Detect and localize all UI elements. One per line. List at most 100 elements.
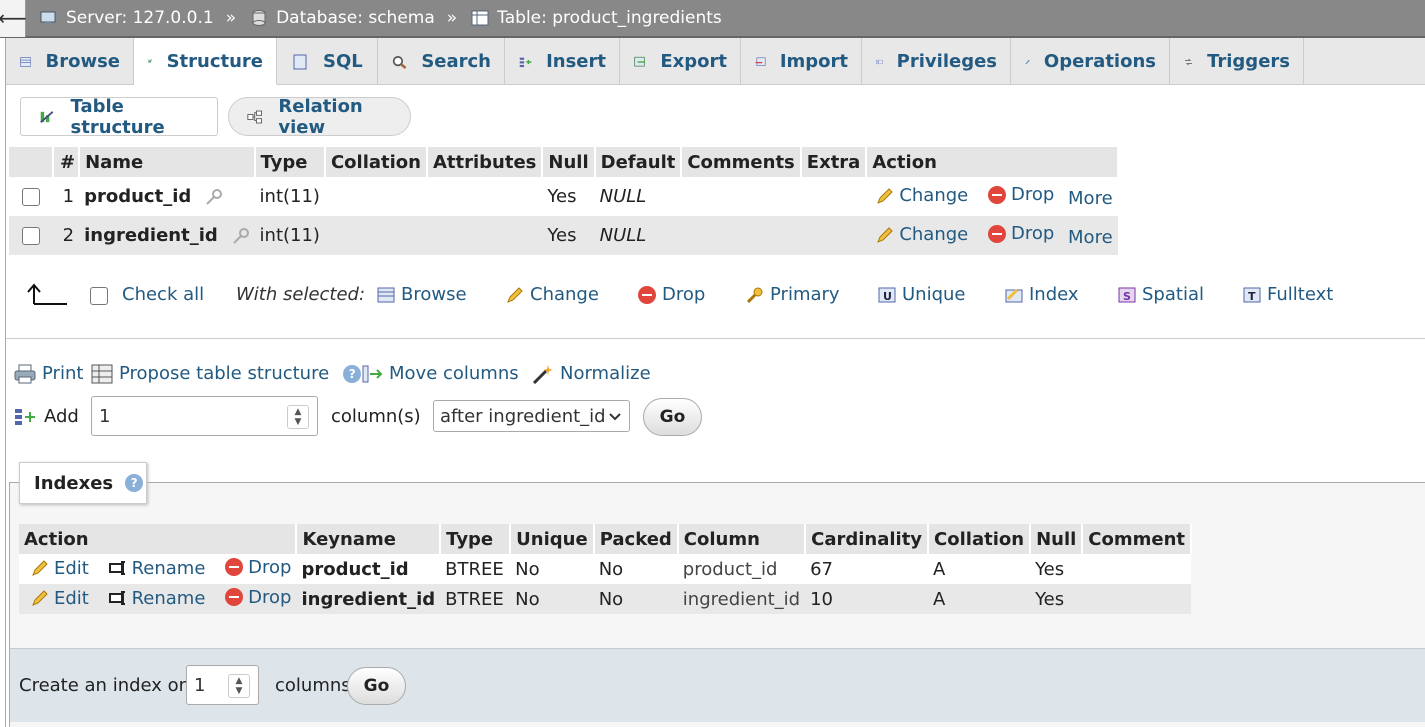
row-checkbox[interactable]	[22, 227, 40, 245]
breadcrumb-database[interactable]: Database: schema	[250, 8, 435, 28]
add-columns-count-input[interactable]: 1 ▲ ▼	[91, 396, 318, 436]
move-columns-link[interactable]: Move columns	[361, 363, 519, 384]
check-all-label[interactable]: Check all	[122, 284, 204, 305]
edit-button[interactable]: Edit	[31, 588, 89, 609]
column-position-value[interactable]: after ingredient_id	[440, 406, 606, 427]
check-all-checkbox[interactable]	[90, 287, 108, 305]
bulk-spatial-button[interactable]: S Spatial	[1118, 284, 1204, 305]
drop-button[interactable]: Drop	[225, 587, 291, 608]
bulk-browse-button[interactable]: Browse	[377, 284, 467, 305]
help-icon[interactable]: ?	[125, 474, 144, 492]
tab-sql[interactable]: SQL	[277, 38, 378, 85]
add-columns-count-value[interactable]: 1	[99, 406, 110, 427]
tab-import-label[interactable]: Import	[780, 51, 848, 72]
tab-structure-label[interactable]: Structure	[167, 51, 263, 72]
breadcrumb-table-label[interactable]: Table: product_ingredients	[497, 8, 722, 28]
breadcrumb-table[interactable]: Table: product_ingredients	[471, 8, 722, 28]
bulk-drop-label[interactable]: Drop	[662, 284, 705, 305]
rename-label[interactable]: Rename	[132, 588, 206, 609]
bulk-primary-button[interactable]: Primary	[746, 284, 840, 305]
drop-label[interactable]: Drop	[1011, 184, 1054, 205]
drop-label[interactable]: Drop	[248, 587, 291, 608]
subtab-relation-view-label[interactable]: Relation view	[278, 96, 396, 138]
indexes-title: Indexes	[34, 472, 114, 494]
move-columns-label[interactable]: Move columns	[389, 363, 519, 384]
tab-browse-label[interactable]: Browse	[45, 51, 120, 72]
breadcrumb-database-label[interactable]: Database: schema	[276, 8, 435, 28]
bulk-fulltext-label[interactable]: Fulltext	[1267, 284, 1333, 305]
add-columns-go-button[interactable]: Go	[643, 398, 702, 436]
drop-button[interactable]: Drop	[987, 184, 1054, 205]
tab-sql-label[interactable]: SQL	[323, 51, 363, 72]
change-label[interactable]: Change	[899, 185, 968, 206]
breadcrumb-server[interactable]: Server: 127.0.0.1	[40, 8, 214, 28]
tab-structure[interactable]: Structure	[134, 38, 277, 85]
tab-search[interactable]: Search	[378, 38, 505, 85]
bulk-unique-button[interactable]: U Unique	[878, 284, 966, 305]
bulk-fulltext-button[interactable]: T Fulltext	[1243, 284, 1333, 305]
column-position-select[interactable]: after ingredient_id	[433, 400, 630, 432]
drop-label[interactable]: Drop	[248, 557, 291, 578]
tab-insert[interactable]: Insert	[505, 38, 620, 85]
index-actions: Edit Rename Drop	[19, 584, 297, 614]
bulk-primary-label[interactable]: Primary	[770, 284, 840, 305]
index-keyname: product_id	[296, 554, 441, 584]
tab-search-label[interactable]: Search	[421, 51, 491, 72]
tab-operations[interactable]: Operations	[1011, 38, 1170, 85]
tab-triggers[interactable]: Triggers	[1170, 38, 1304, 85]
bulk-spatial-label[interactable]: Spatial	[1142, 284, 1204, 305]
rename-button[interactable]: Rename	[108, 558, 206, 579]
breadcrumb-bar: ⟵ Server: 127.0.0.1 » Database: schema »…	[0, 0, 1425, 38]
bulk-browse-label[interactable]: Browse	[401, 284, 467, 305]
print-link[interactable]: Print	[14, 363, 83, 384]
bulk-unique-label[interactable]: Unique	[902, 284, 966, 305]
normalize-link[interactable]: Normalize	[532, 363, 651, 384]
breadcrumb-server-label[interactable]: Server: 127.0.0.1	[66, 8, 214, 28]
drop-label[interactable]: Drop	[1011, 223, 1054, 244]
breadcrumb-separator: »	[225, 8, 237, 28]
bulk-index-label[interactable]: Index	[1029, 284, 1079, 305]
change-button[interactable]: Change	[876, 224, 968, 245]
subtab-table-structure-label[interactable]: Table structure	[71, 96, 204, 138]
row-checkbox[interactable]	[22, 188, 40, 206]
tab-export-label[interactable]: Export	[660, 51, 727, 72]
change-button[interactable]: Change	[876, 185, 968, 206]
change-label[interactable]: Change	[899, 224, 968, 245]
propose-structure-label[interactable]: Propose table structure	[119, 363, 329, 384]
tab-privileges-label[interactable]: Privileges	[897, 51, 997, 72]
propose-structure-link[interactable]: Propose table structure?	[91, 363, 362, 384]
tab-insert-label[interactable]: Insert	[546, 51, 606, 72]
bulk-change-label[interactable]: Change	[530, 284, 599, 305]
edit-button[interactable]: Edit	[31, 558, 89, 579]
create-index-count-value[interactable]: 1	[194, 675, 205, 696]
number-spinner[interactable]: ▲ ▼	[287, 405, 309, 429]
tab-operations-label[interactable]: Operations	[1044, 51, 1156, 72]
index-keyname: ingredient_id	[296, 584, 441, 614]
drop-button[interactable]: Drop	[225, 557, 291, 578]
edit-label[interactable]: Edit	[54, 558, 89, 579]
tab-import[interactable]: Import	[741, 38, 862, 85]
bulk-change-button[interactable]: Change	[506, 284, 599, 305]
bulk-drop-button[interactable]: Drop	[638, 284, 705, 305]
create-index-count-input[interactable]: 1 ▲ ▼	[186, 665, 259, 705]
normalize-label[interactable]: Normalize	[560, 363, 651, 384]
back-arrow-icon[interactable]: ⟵	[0, 0, 27, 37]
edit-label[interactable]: Edit	[54, 588, 89, 609]
help-icon[interactable]: ?	[343, 364, 362, 383]
more-button[interactable]: More	[1068, 188, 1113, 209]
tab-export[interactable]: Export	[620, 38, 741, 85]
number-spinner[interactable]: ▲ ▼	[228, 674, 250, 698]
index-cardinality: 67	[805, 554, 929, 584]
rename-button[interactable]: Rename	[108, 588, 206, 609]
tab-triggers-label[interactable]: Triggers	[1207, 51, 1290, 72]
tab-browse[interactable]: Browse	[6, 38, 134, 85]
rename-label[interactable]: Rename	[132, 558, 206, 579]
bulk-index-button[interactable]: Index	[1005, 284, 1079, 305]
more-button[interactable]: More	[1068, 227, 1113, 248]
print-label[interactable]: Print	[42, 363, 83, 384]
subtab-relation-view[interactable]: Relation view	[228, 96, 411, 138]
drop-button[interactable]: Drop	[987, 223, 1054, 244]
create-index-go-button[interactable]: Go	[347, 667, 406, 705]
subtab-table-structure[interactable]: Table structure	[20, 96, 218, 138]
tab-privileges[interactable]: Privileges	[862, 38, 1011, 85]
